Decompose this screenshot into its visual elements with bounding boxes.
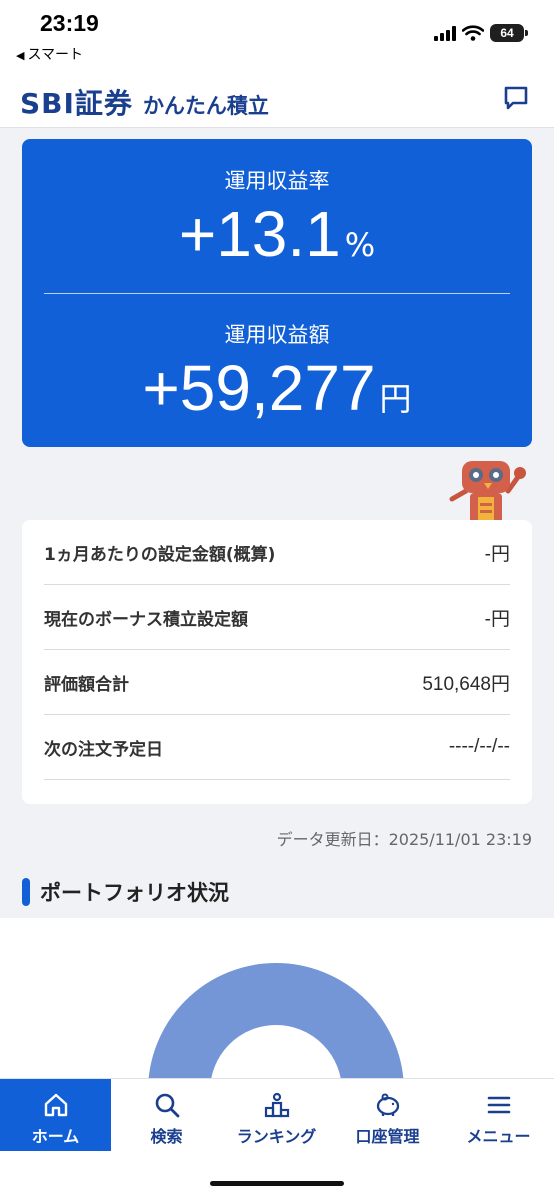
info-label: 次の注文予定日 [44,739,163,760]
return-amount-label: 運用収益額 [224,323,330,347]
wifi-icon [462,25,484,41]
data-updated-timestamp: データ更新日：2025/11/01 23:19 [276,830,532,849]
info-label: 1ヵ月あたりの設定金額(概算) [44,544,276,565]
info-row-monthly-amount: 1ヵ月あたりの設定金額(概算) -円 [44,520,510,585]
back-to-app-link[interactable]: ◀ スマート [16,44,83,64]
ranking-icon [264,1092,289,1118]
brand-name: SBI証券 [20,87,133,120]
return-amount-unit: 円 [379,380,412,418]
account-info-card: 1ヵ月あたりの設定金額(概算) -円 現在のボーナス積立設定額 -円 評価額合計… [22,520,532,804]
nav-label: メニュー [466,1127,531,1146]
menu-icon [487,1096,510,1114]
profit-summary-card: 運用収益率 +13.1% 運用収益額 +59,277 円 [22,139,532,447]
nav-label: 検索 [150,1127,183,1146]
status-icons: 64 [434,24,528,42]
info-value: -円 [484,543,510,565]
info-label: 評価額合計 [44,674,129,695]
info-value: 510,648円 [422,673,510,695]
nav-ranking[interactable]: ランキング [221,1079,332,1151]
return-amount-value: +59,277 円 [22,351,532,425]
portfolio-title-text: ポートフォリオ状況 [40,881,229,905]
info-row-total-valuation: 評価額合計 510,648円 [44,650,510,715]
return-rate-value: +13.1% [22,197,532,271]
back-app-label: スマート [27,47,84,63]
return-amount-number: +59,277 [142,352,376,424]
nav-account[interactable]: 口座管理 [332,1079,443,1151]
app-header: SBI証券 かんたん積立 [0,70,554,128]
summary-divider [44,293,510,294]
nav-home[interactable]: ホーム [0,1079,111,1151]
return-rate-number: +13.1 [178,198,341,270]
app-subtitle: かんたん積立 [142,94,269,118]
return-rate-unit: % [344,226,376,264]
chat-bubble-icon[interactable] [502,84,530,112]
brand-logo: SBI証券 かんたん積立 [20,82,269,122]
info-row-next-order-date: 次の注文予定日 ----/--/-- [44,715,510,780]
nav-label: 口座管理 [355,1127,420,1146]
home-icon [44,1093,67,1117]
status-bar: 23:19 ◀ スマート 64 [0,0,554,70]
status-time: 23:19 [40,10,99,36]
portfolio-chart-area [0,918,554,1199]
info-label: 現在のボーナス積立設定額 [44,609,248,630]
cellular-signal-icon [434,25,456,41]
portfolio-section-title: ポートフォリオ状況 [22,877,229,907]
info-value: ----/--/-- [448,736,510,757]
home-indicator[interactable] [210,1181,344,1186]
nav-search[interactable]: 検索 [111,1079,222,1151]
robot-mascot-icon [449,461,526,523]
info-row-bonus-amount: 現在のボーナス積立設定額 -円 [44,585,510,650]
section-accent-bar [22,878,30,906]
nav-menu[interactable]: メニュー [443,1079,554,1151]
nav-label: ランキング [236,1127,317,1146]
search-icon [155,1093,179,1118]
back-triangle-icon: ◀ [16,49,25,62]
battery-indicator: 64 [490,24,528,42]
info-value: -円 [484,608,510,630]
piggy-bank-icon [376,1093,399,1116]
nav-label: ホーム [31,1127,80,1146]
return-rate-label: 運用収益率 [224,169,330,193]
